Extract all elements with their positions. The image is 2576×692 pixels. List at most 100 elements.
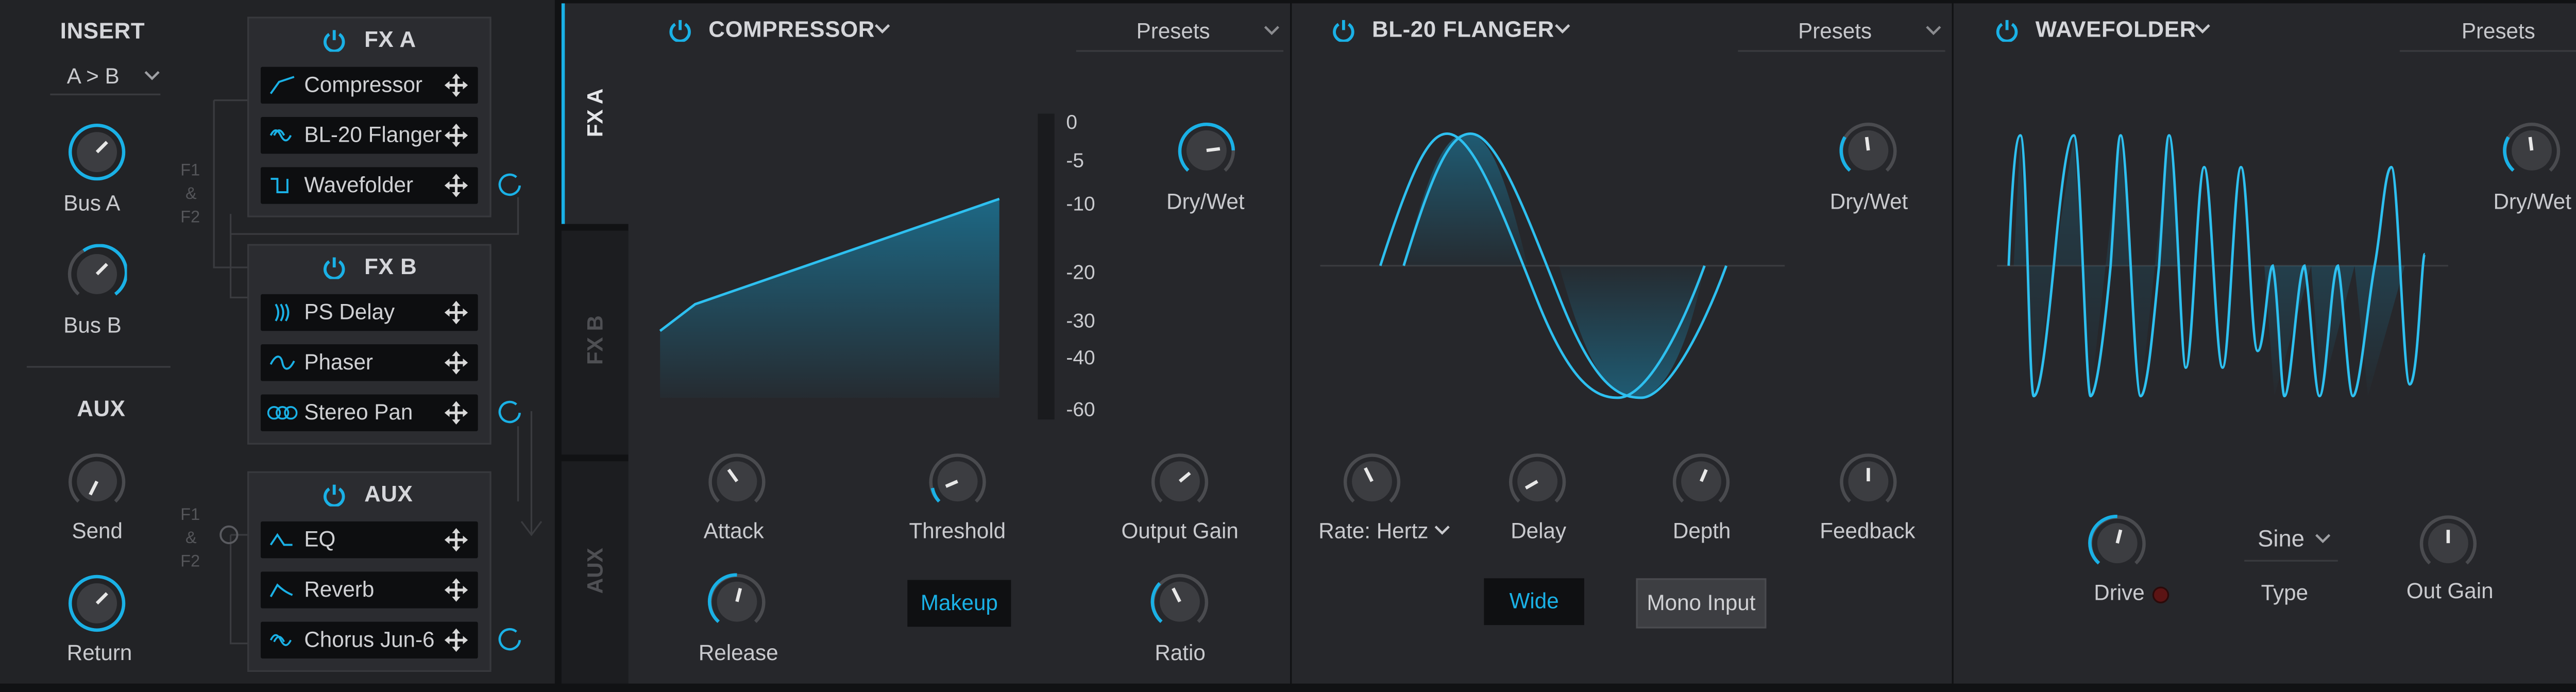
move-icon[interactable] (444, 528, 468, 552)
slot-label: Stereo Pan (304, 399, 413, 425)
chevron-down-icon[interactable] (2194, 23, 2211, 37)
meter-label: -30 (1066, 309, 1095, 333)
sidebar-divider (26, 366, 171, 368)
chevron-down-icon (1264, 26, 1279, 36)
return-knob[interactable] (67, 573, 127, 634)
wavefolder-title: WAVEFOLDER (2035, 16, 2196, 42)
meter-label: -10 (1066, 192, 1095, 216)
tab-fx-b[interactable]: FX B (561, 230, 629, 455)
move-icon[interactable] (444, 628, 468, 652)
meter-label: -5 (1066, 148, 1084, 173)
drive-knob[interactable] (2087, 513, 2147, 573)
chain-output-knob[interactable] (496, 627, 523, 653)
chain-slot-stereo-pan[interactable]: Stereo Pan (261, 394, 478, 431)
dry-wet-label: Dry/Wet (1829, 189, 1908, 214)
dry-wet-knob[interactable] (1838, 121, 1899, 181)
power-icon[interactable] (1332, 19, 1355, 42)
dry-wet-knob[interactable] (1177, 121, 1237, 181)
out-gain-knob[interactable] (2418, 513, 2479, 573)
tab-label: FX B (582, 315, 608, 365)
move-icon[interactable] (444, 401, 468, 425)
slot-label: Reverb (304, 577, 375, 602)
move-icon[interactable] (444, 351, 468, 375)
presets-label: Presets (1136, 18, 1210, 44)
gain-reduction-meter (1038, 113, 1055, 420)
tab-label: AUX (582, 548, 608, 594)
eq-icon (269, 533, 293, 546)
aux-link-icon (219, 525, 239, 545)
move-icon[interactable] (444, 73, 468, 97)
type-dropdown[interactable]: Sine (2244, 523, 2338, 562)
insert-title: INSERT (60, 18, 145, 44)
chain-output-knob[interactable] (496, 172, 523, 199)
chain-slot-wavefolder[interactable]: Wavefolder (261, 167, 478, 204)
flanger-wave-graph (1320, 132, 1785, 399)
chevron-down-icon (2315, 534, 2331, 544)
mono-input-button[interactable]: Mono Input (1636, 578, 1767, 629)
out-gain-label: Out Gain (2406, 578, 2494, 603)
select-underline (50, 93, 161, 95)
presets-dropdown[interactable]: Presets (2425, 12, 2576, 52)
presets-dropdown[interactable]: Presets (1099, 12, 1300, 52)
presets-label: Presets (1798, 18, 1872, 44)
attack-knob[interactable] (707, 451, 767, 512)
chevron-down-icon[interactable] (874, 23, 890, 37)
delay-knob[interactable] (1507, 451, 1568, 512)
feedback-knob[interactable] (1838, 451, 1899, 512)
bus-b-knob[interactable] (67, 244, 127, 305)
type-value: Sine (2258, 525, 2305, 552)
chain-slot-eq[interactable]: EQ (261, 521, 478, 559)
chorus-icon (269, 634, 292, 646)
presets-underline (1076, 50, 1284, 52)
routing-select[interactable]: A > B (50, 60, 161, 95)
power-icon[interactable] (323, 256, 346, 279)
chevron-down-icon[interactable] (1554, 23, 1571, 37)
tab-fx-a[interactable]: FX A (561, 3, 632, 224)
chain-output-knob[interactable] (496, 399, 523, 426)
move-icon[interactable] (444, 124, 468, 147)
move-icon[interactable] (444, 174, 468, 197)
depth-label: Depth (1672, 518, 1731, 544)
fx-b-chain-title: FX B (364, 254, 417, 279)
amp-label: & (185, 530, 197, 548)
presets-dropdown[interactable]: Presets (1761, 12, 1962, 52)
wide-button[interactable]: Wide (1484, 578, 1584, 626)
chain-slot-compressor[interactable]: Compressor (261, 66, 478, 104)
slot-label: PS Delay (304, 299, 395, 325)
chain-slot-reverb[interactable]: Reverb (261, 571, 478, 609)
makeup-button[interactable]: Makeup (907, 580, 1011, 627)
chain-slot-flanger[interactable]: BL-20 Flanger (261, 117, 478, 154)
bus-a-knob[interactable] (67, 122, 127, 182)
threshold-label: Threshold (909, 518, 1006, 544)
release-knob[interactable] (707, 571, 767, 632)
delay-label: Delay (1511, 518, 1567, 544)
amp-label: & (185, 185, 197, 204)
dry-wet-label: Dry/Wet (1166, 189, 1245, 214)
rate-mode-dropdown[interactable]: Rate: Hertz (1318, 518, 1452, 548)
rate-knob[interactable] (1342, 451, 1402, 512)
send-knob[interactable] (67, 451, 127, 512)
chain-slot-phaser[interactable]: Phaser (261, 344, 478, 381)
return-label: Return (66, 640, 132, 665)
f2-label: F2 (180, 209, 200, 228)
tab-aux[interactable]: AUX (561, 461, 629, 684)
chain-slot-ps-delay[interactable]: PS Delay (261, 294, 478, 331)
threshold-knob[interactable] (927, 451, 988, 512)
dry-wet-knob[interactable] (2502, 121, 2562, 181)
meter-label: 0 (1066, 110, 1078, 134)
power-icon[interactable] (1995, 19, 2019, 42)
slot-label: Wavefolder (304, 172, 414, 197)
power-icon[interactable] (323, 28, 346, 52)
dry-wet-label: Dry/Wet (2493, 189, 2572, 214)
power-icon[interactable] (323, 483, 346, 507)
meter-label: -40 (1066, 346, 1095, 369)
move-icon[interactable] (444, 578, 468, 602)
move-icon[interactable] (444, 300, 468, 325)
wavefolder-icon (270, 178, 289, 193)
output-gain-knob[interactable] (1150, 451, 1210, 512)
power-icon[interactable] (668, 19, 691, 42)
ratio-knob[interactable] (1150, 571, 1210, 632)
chain-slot-chorus[interactable]: Chorus Jun-6 (261, 621, 478, 659)
depth-knob[interactable] (1671, 451, 1732, 512)
wavefolder-wave-graph (1997, 134, 2448, 398)
